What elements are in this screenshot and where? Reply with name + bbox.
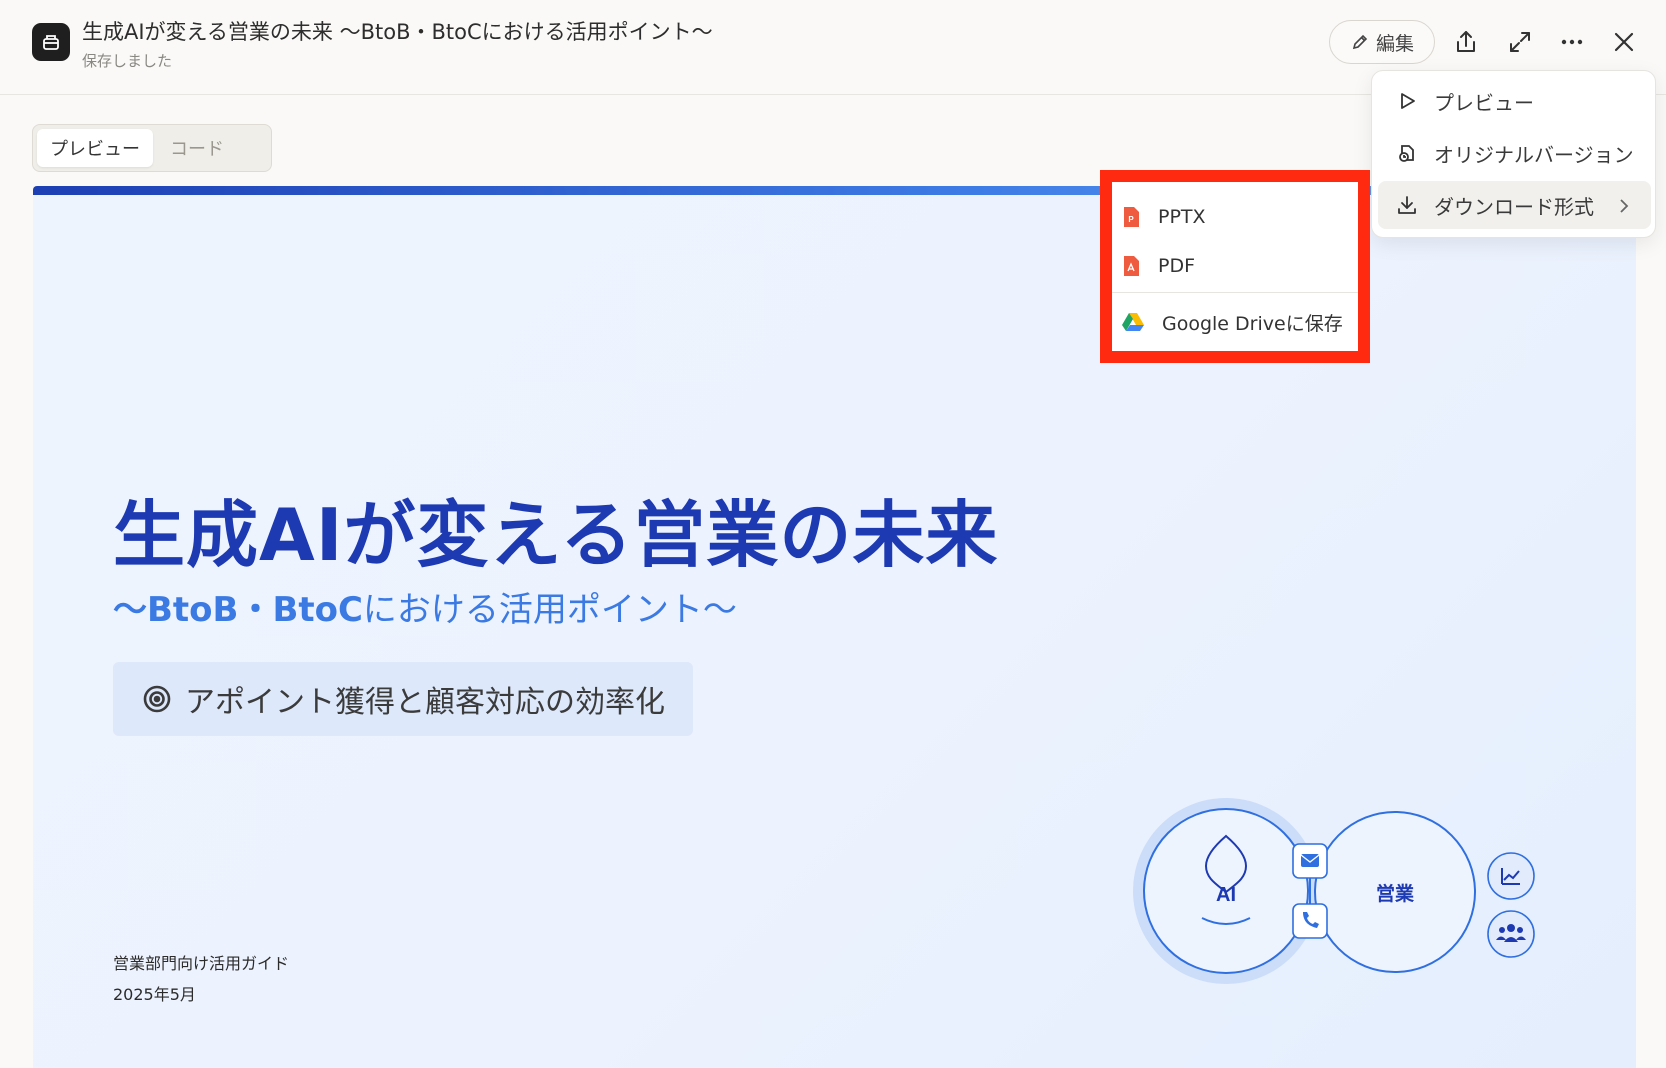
menu-item-label: オリジナルバージョン <box>1434 142 1634 167</box>
submenu-item-pdf[interactable]: PDF <box>1120 244 1358 288</box>
slide-preview: 生成AIが変える営業の未来 〜BtoB・BtoCにおける活用ポイント〜 アポイン… <box>33 186 1636 1068</box>
save-status: 保存しました <box>82 52 173 70</box>
submenu-divider <box>1112 292 1358 293</box>
target-icon <box>141 683 173 715</box>
pptx-file-icon: P <box>1124 207 1139 227</box>
phone-icon-box <box>1292 903 1328 939</box>
slide-date: 2025年5月 <box>113 985 196 1004</box>
slide-title: 生成AIが変える営業の未来 <box>113 493 999 577</box>
subtitle-rest: における活用ポイント〜 <box>362 590 737 630</box>
ai-label: AI <box>1216 884 1236 906</box>
pencil-icon <box>1352 34 1368 50</box>
tab-code[interactable]: コード <box>157 129 237 167</box>
focus-pill: アポイント獲得と顧客対応の効率化 <box>113 662 693 736</box>
expand-icon[interactable] <box>1502 24 1538 60</box>
menu-item-preview[interactable]: プレビュー <box>1378 77 1651 125</box>
submenu-item-label: PPTX <box>1158 206 1206 228</box>
pdf-file-icon <box>1124 256 1139 276</box>
edit-button[interactable]: 編集 <box>1329 20 1435 64</box>
pill-text: アポイント獲得と顧客対応の効率化 <box>185 685 665 720</box>
view-tabs: プレビュー コード <box>32 124 272 172</box>
tab-preview[interactable]: プレビュー <box>37 129 153 167</box>
ai-sales-diagram: AI 営業 <box>1133 798 1535 984</box>
team-icon-circle <box>1487 910 1535 958</box>
mail-icon <box>1301 854 1319 867</box>
document-title: 生成AIが変える営業の未来 〜BtoB・BtoCにおける活用ポイント〜 <box>82 20 713 44</box>
svg-text:P: P <box>1128 215 1134 224</box>
close-icon[interactable] <box>1606 24 1642 60</box>
menu-item-original-version[interactable]: オリジナルバージョン <box>1378 129 1651 177</box>
edit-label: 編集 <box>1375 32 1414 55</box>
history-icon <box>1399 145 1414 162</box>
google-drive-icon <box>1122 313 1144 331</box>
download-submenu: P PPTX PDF Google Driveに保存 <box>1100 170 1370 363</box>
more-options-icon[interactable] <box>1554 24 1590 60</box>
menu-item-label: ダウンロード形式 <box>1434 194 1594 219</box>
menu-item-download-format[interactable]: ダウンロード形式 <box>1378 181 1651 229</box>
submenu-item-google-drive[interactable]: Google Driveに保存 <box>1120 300 1358 344</box>
artifact-icon <box>32 23 70 61</box>
chevron-right-icon <box>1620 199 1629 213</box>
menu-item-label: プレビュー <box>1434 90 1534 115</box>
subtitle-prefix: 〜BtoB・BtoC <box>113 590 363 630</box>
play-icon <box>1401 93 1415 109</box>
download-icon <box>1398 196 1416 214</box>
share-icon[interactable] <box>1448 24 1484 60</box>
submenu-item-label: PDF <box>1158 255 1196 277</box>
slide-subtitle: 〜BtoB・BtoCにおける活用ポイント〜 <box>113 582 737 631</box>
more-options-menu: プレビュー オリジナルバージョン ダウンロード形式 <box>1371 70 1656 238</box>
slide-audience: 営業部門向け活用ガイド <box>113 954 290 973</box>
sales-label: 営業 <box>1376 882 1415 905</box>
submenu-item-pptx[interactable]: P PPTX <box>1120 195 1358 239</box>
submenu-item-label: Google Driveに保存 <box>1162 312 1343 335</box>
